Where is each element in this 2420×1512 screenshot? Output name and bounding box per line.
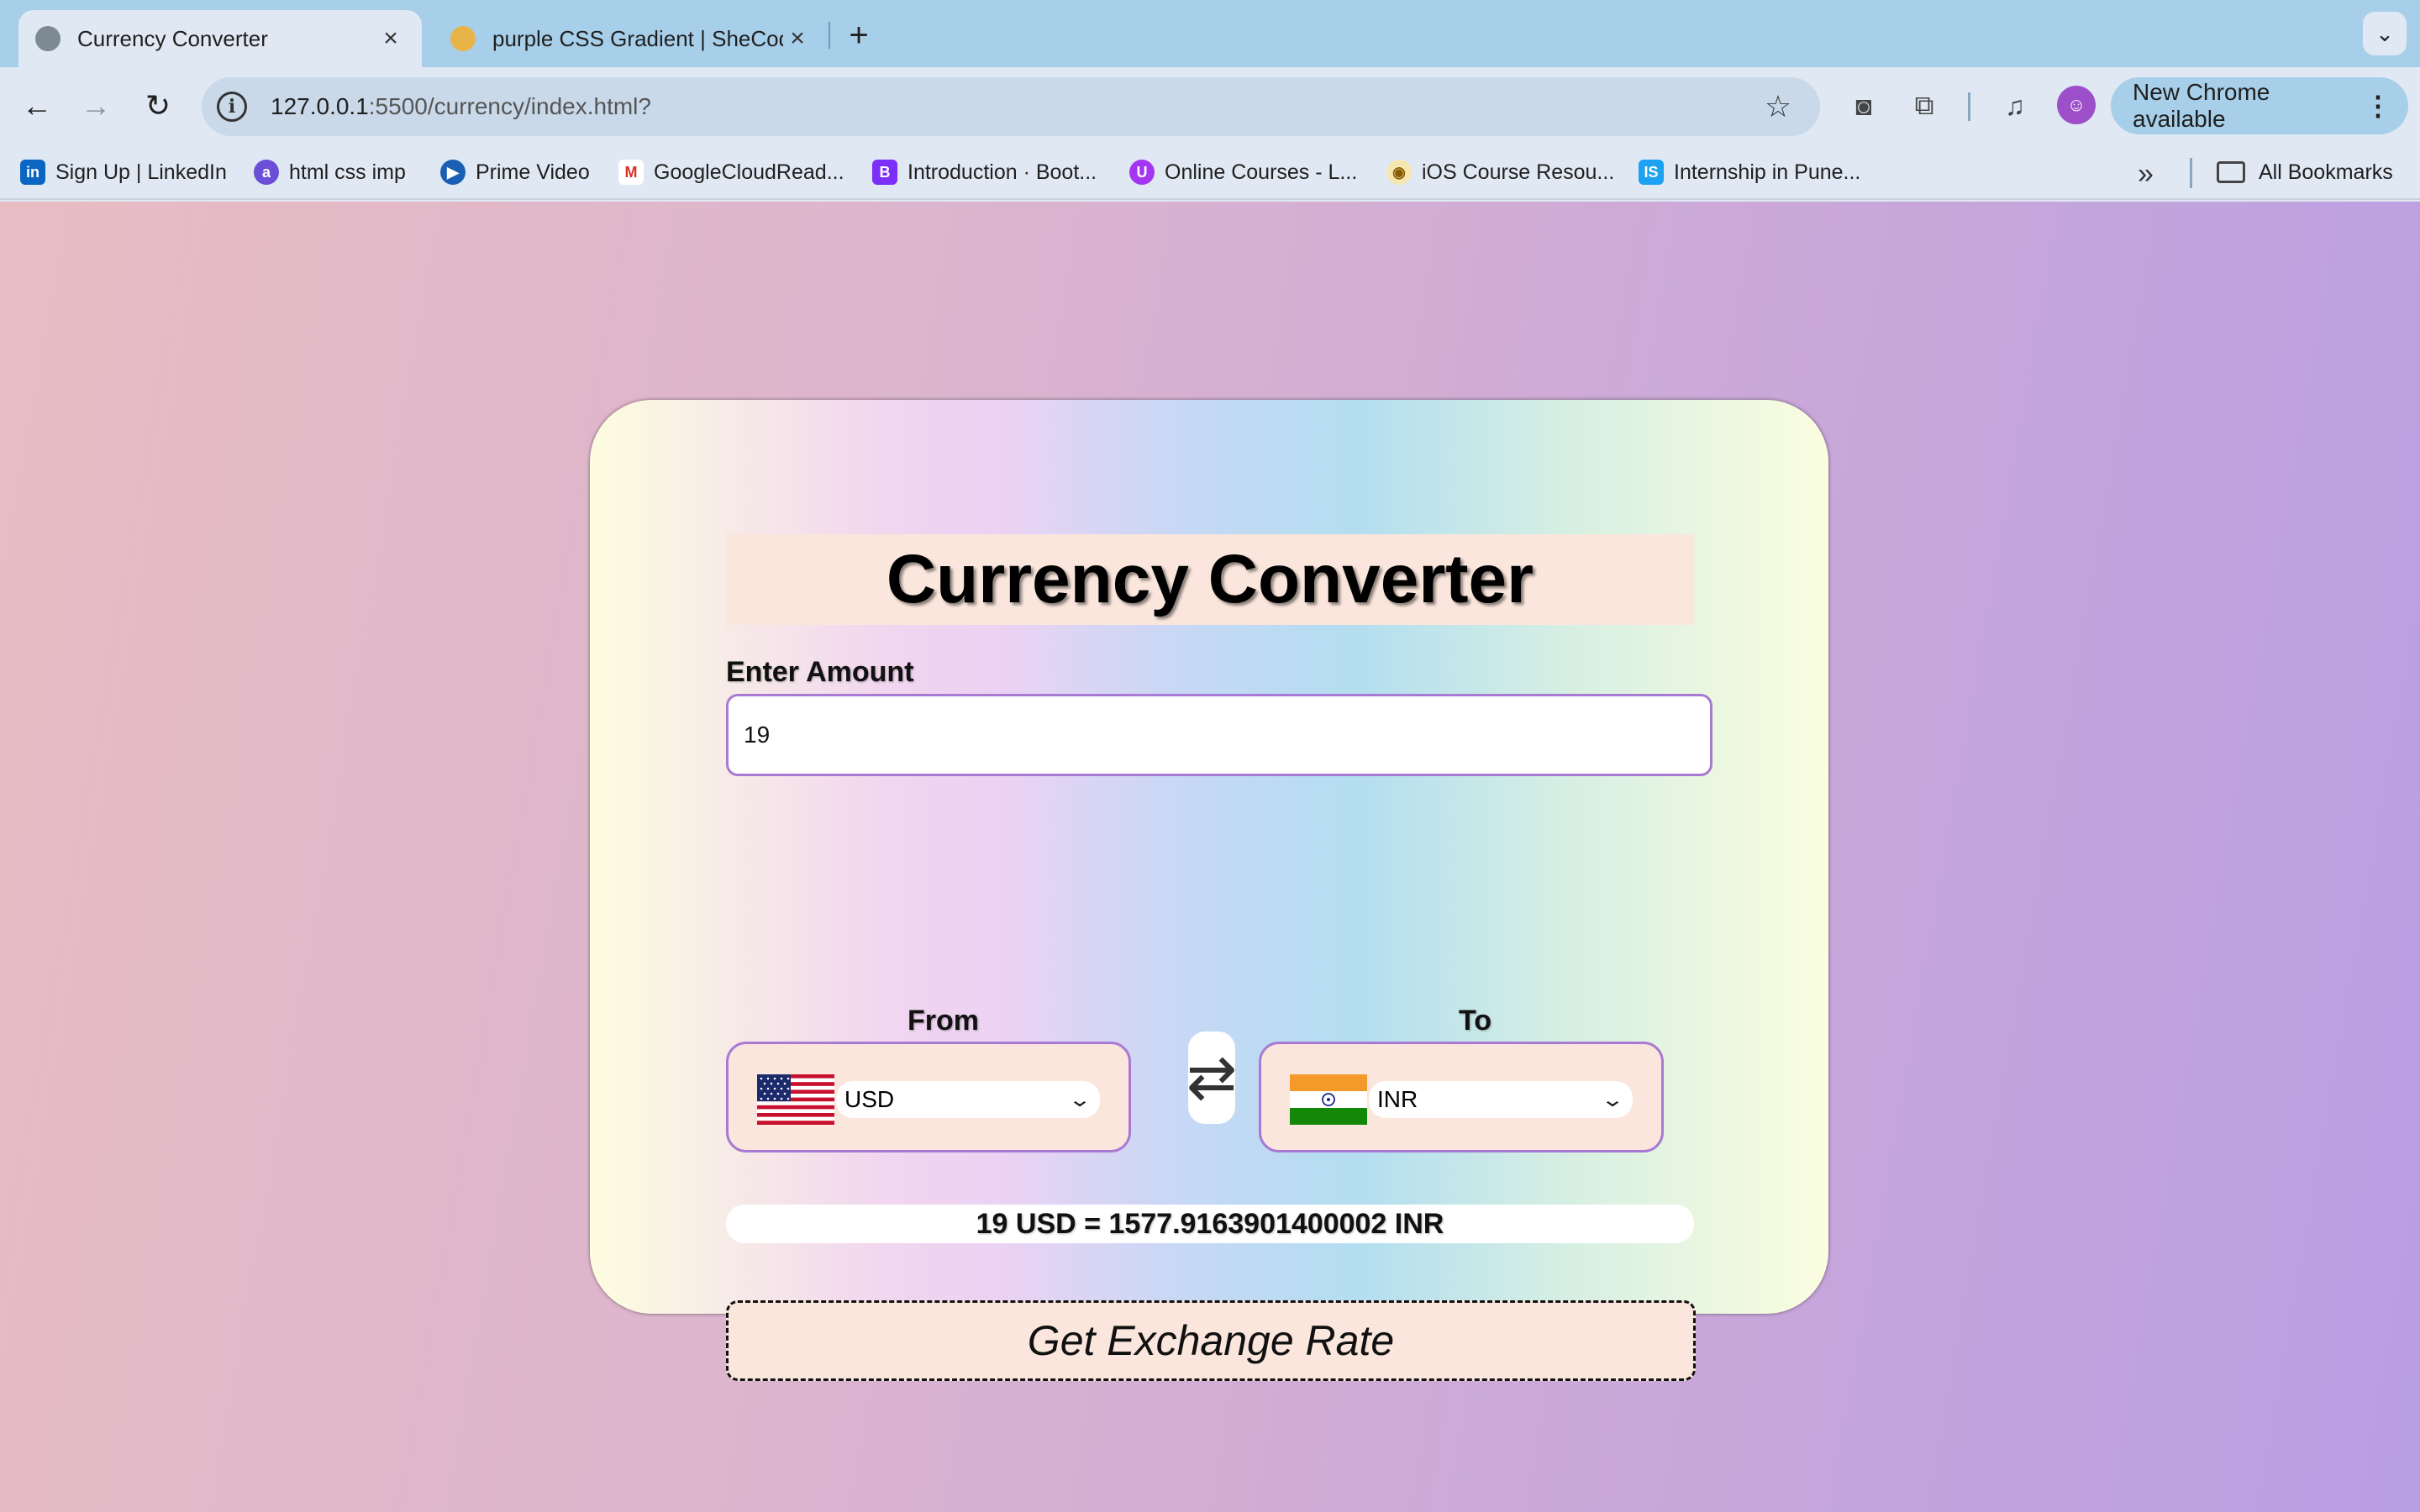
media-control-icon[interactable]: ♫ xyxy=(1996,87,2033,124)
bookmark-label: Introduction · Boot... xyxy=(908,160,1097,184)
tab-strip: Currency Converter × purple CSS Gradient… xyxy=(0,0,2420,67)
page-viewport: Currency Converter Enter Amount From xyxy=(0,202,2420,1512)
folder-icon xyxy=(2217,161,2245,183)
bookmark-internship[interactable]: IS Internship in Pune... xyxy=(1639,156,1860,188)
from-currency-value: USD xyxy=(844,1086,895,1112)
bootstrap-icon: B xyxy=(872,160,897,185)
bookmark-html-css-imp[interactable]: a html css imp xyxy=(254,156,406,188)
us-flag-icon xyxy=(757,1074,834,1125)
page-title: Currency Converter xyxy=(726,534,1694,625)
bookmark-label: Sign Up | LinkedIn xyxy=(55,160,227,184)
from-label: From xyxy=(908,1005,979,1037)
bookmark-label: html css imp xyxy=(289,160,406,184)
url-text[interactable]: 127.0.0.1:5500/currency/index.html? xyxy=(271,93,1760,120)
bookmark-online-courses[interactable]: U Online Courses - L... xyxy=(1129,156,1357,188)
bookmark-google-cloud[interactable]: M GoogleCloudRead... xyxy=(618,156,844,188)
shecodes-icon xyxy=(450,26,476,51)
new-chrome-available-button[interactable]: New Chrome available ⋮ xyxy=(2111,77,2408,134)
tab-divider xyxy=(829,22,830,49)
tab-title: purple CSS Gradient | SheCodes xyxy=(492,25,783,51)
bookmark-bootstrap[interactable]: B Introduction · Boot... xyxy=(872,156,1097,188)
bookmark-label: Prime Video xyxy=(476,160,590,184)
play-icon: ▶ xyxy=(440,160,466,185)
more-menu-icon[interactable]: ⋮ xyxy=(2365,90,2391,122)
globe-icon xyxy=(35,26,60,51)
bookmark-linkedin[interactable]: in Sign Up | LinkedIn xyxy=(20,156,227,188)
tab-search-button[interactable]: ⌄ xyxy=(2363,12,2407,55)
more-bookmarks-icon[interactable]: » xyxy=(2138,158,2154,191)
toolbar-divider xyxy=(1968,92,1970,121)
to-currency-box: INR ⌄ xyxy=(1259,1042,1664,1152)
extensions-icon[interactable]: ⧉ xyxy=(1906,87,1943,124)
back-button[interactable]: ← xyxy=(17,86,57,126)
bookmark-label: GoogleCloudRead... xyxy=(654,160,844,184)
bookmark-label: Online Courses - L... xyxy=(1165,160,1358,184)
from-currency-select[interactable]: USD ⌄ xyxy=(836,1081,1100,1118)
to-currency-select[interactable]: INR ⌄ xyxy=(1369,1081,1633,1118)
linkedin-icon: in xyxy=(20,160,45,185)
chevron-down-icon: ⌄ xyxy=(1067,1088,1092,1111)
camera-icon[interactable]: ◙ xyxy=(1845,87,1882,124)
bookmark-ios-course[interactable]: ◉ iOS Course Resou... xyxy=(1386,156,1614,188)
bookmarks-bar: in Sign Up | LinkedIn a html css imp ▶ P… xyxy=(0,144,2420,200)
to-label: To xyxy=(1459,1005,1492,1037)
internshala-icon: IS xyxy=(1639,160,1664,185)
from-currency-box: USD ⌄ xyxy=(726,1042,1131,1152)
udemy-icon: U xyxy=(1129,160,1155,185)
url-path: :5500/currency/index.html? xyxy=(368,93,651,119)
close-tab-icon[interactable]: × xyxy=(376,24,405,53)
new-tab-button[interactable]: + xyxy=(840,17,877,54)
to-currency-value: INR xyxy=(1377,1086,1418,1112)
amount-label: Enter Amount xyxy=(726,656,914,688)
swap-currencies-icon[interactable]: ⇄ xyxy=(1186,1032,1237,1124)
chevron-down-icon: ⌄ xyxy=(1600,1088,1625,1111)
bookmark-label: iOS Course Resou... xyxy=(1422,160,1615,184)
ios-course-icon: ◉ xyxy=(1386,160,1412,185)
a-icon: a xyxy=(254,160,279,185)
address-bar[interactable]: i 127.0.0.1:5500/currency/index.html? ☆ xyxy=(202,77,1820,136)
site-info-icon[interactable]: i xyxy=(217,92,247,122)
amount-input[interactable] xyxy=(726,694,1712,776)
forward-button[interactable]: → xyxy=(76,86,116,126)
reload-button[interactable]: ↻ xyxy=(138,86,178,126)
bookmarks-divider xyxy=(2190,158,2192,188)
new-chrome-label: New Chrome available xyxy=(2133,79,2270,132)
conversion-result: 19 USD = 1577.9163901400002 INR xyxy=(726,1205,1694,1243)
india-flag-icon xyxy=(1290,1074,1367,1125)
get-exchange-rate-button[interactable]: Get Exchange Rate xyxy=(726,1300,1696,1381)
url-host: 127.0.0.1 xyxy=(271,93,369,119)
bookmark-star-icon[interactable]: ☆ xyxy=(1760,88,1797,125)
tab-shecodes[interactable]: purple CSS Gradient | SheCodes × xyxy=(434,10,829,67)
close-tab-icon[interactable]: × xyxy=(783,24,812,53)
all-bookmarks-button[interactable]: All Bookmarks xyxy=(2217,156,2393,188)
all-bookmarks-label: All Bookmarks xyxy=(2259,160,2393,184)
profile-avatar[interactable]: ☺ xyxy=(2057,86,2096,124)
converter-card: Currency Converter Enter Amount From xyxy=(590,400,1828,1381)
bookmark-label: Internship in Pune... xyxy=(1674,160,1861,184)
browser-toolbar: ← → ↻ i 127.0.0.1:5500/currency/index.ht… xyxy=(0,67,2420,144)
bookmark-prime-video[interactable]: ▶ Prime Video xyxy=(440,156,590,188)
gmail-icon: M xyxy=(618,160,644,185)
tab-currency-converter[interactable]: Currency Converter × xyxy=(18,10,422,67)
tab-title: Currency Converter xyxy=(77,25,268,51)
